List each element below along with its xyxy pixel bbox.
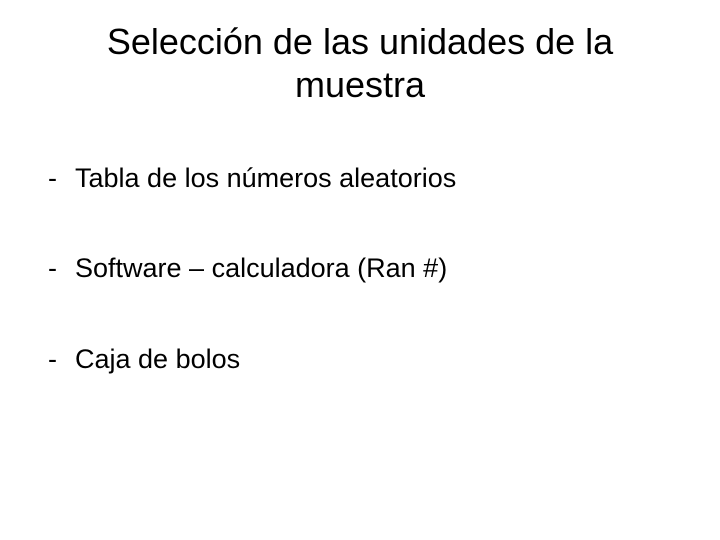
list-item: - Caja de bolos bbox=[40, 342, 680, 377]
bullet-list: - Tabla de los números aleatorios - Soft… bbox=[40, 161, 680, 376]
slide-title: Selección de las unidades de la muestra bbox=[40, 20, 680, 106]
list-item: - Tabla de los números aleatorios bbox=[40, 161, 680, 196]
bullet-marker: - bbox=[48, 342, 57, 377]
bullet-text: Caja de bolos bbox=[75, 342, 680, 377]
list-item: - Software – calculadora (Ran #) bbox=[40, 251, 680, 286]
bullet-text: Software – calculadora (Ran #) bbox=[75, 251, 680, 286]
bullet-marker: - bbox=[48, 161, 57, 196]
bullet-text: Tabla de los números aleatorios bbox=[75, 161, 680, 196]
bullet-marker: - bbox=[48, 251, 57, 286]
